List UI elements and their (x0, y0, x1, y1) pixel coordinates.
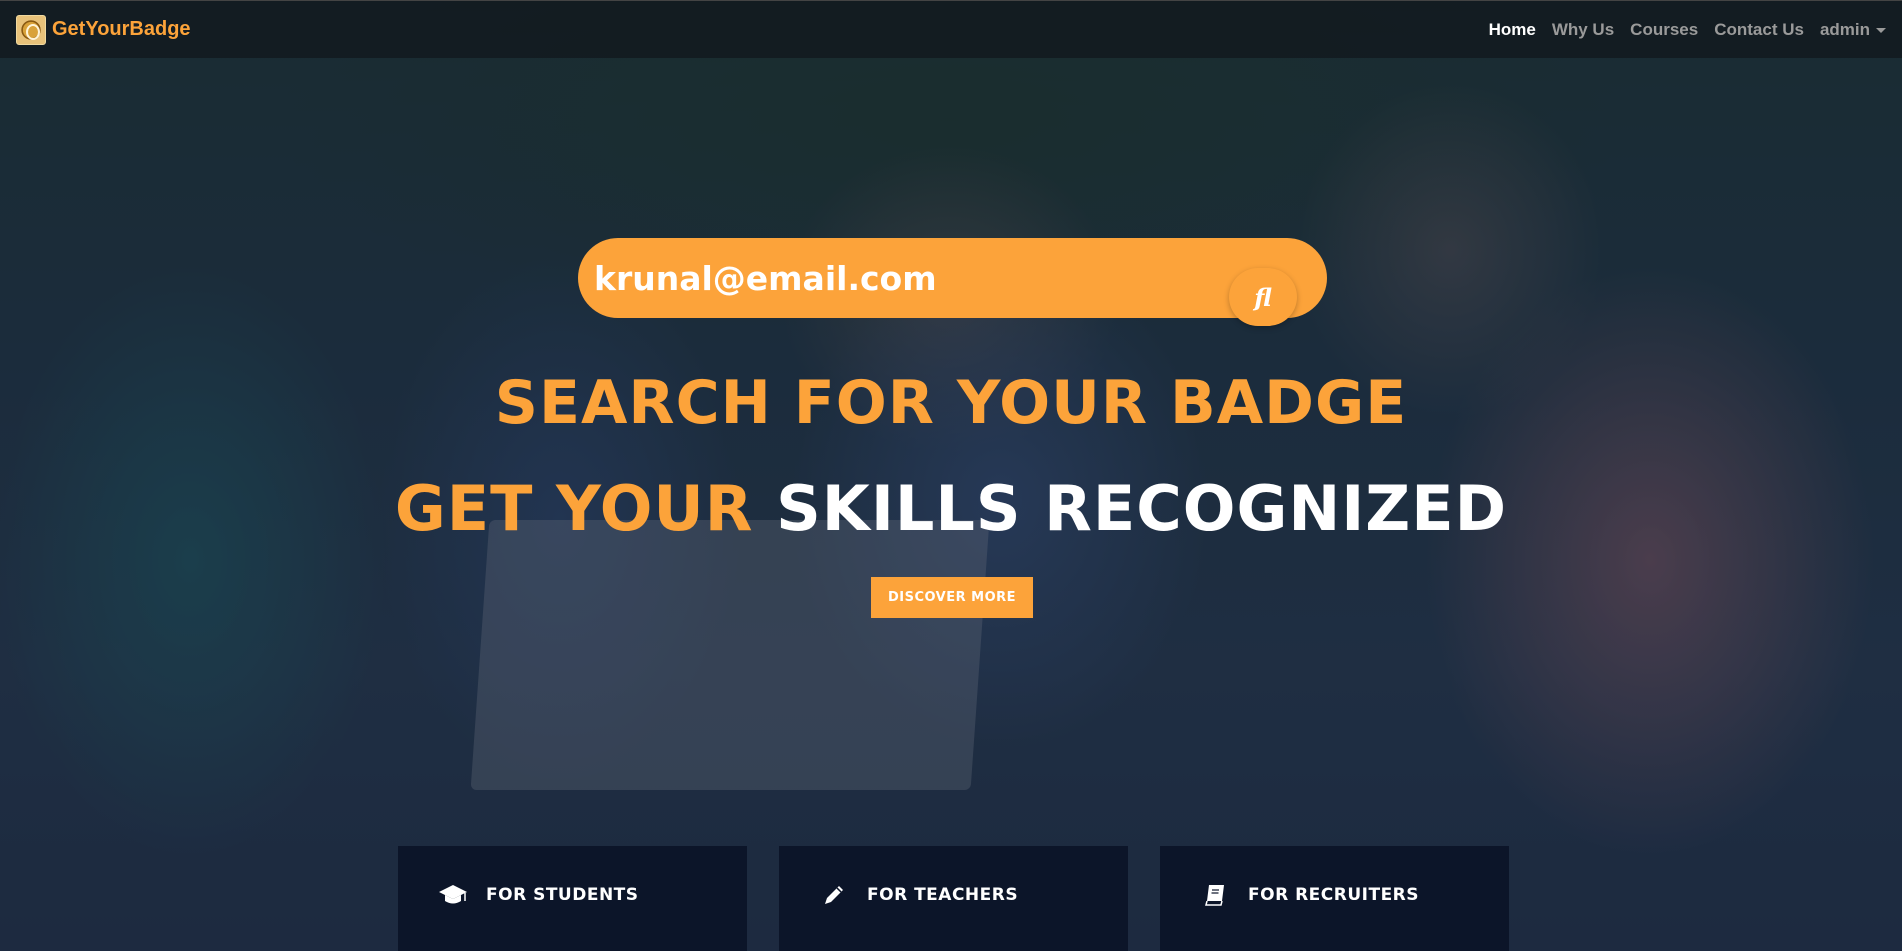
hero-headline-primary: SEARCH FOR YOUR BADGE (494, 368, 1408, 438)
discover-more-button[interactable]: DISCOVER MORE (871, 577, 1033, 618)
hero-headline-secondary: GET YOUR SKILLS RECOGNIZED (0, 472, 1902, 545)
nav-link-contact-us[interactable]: Contact Us (1714, 20, 1804, 40)
card-for-teachers[interactable]: FOR TEACHERS (779, 846, 1128, 951)
card-for-students[interactable]: FOR STUDENTS (398, 846, 747, 951)
graduation-cap-icon (438, 883, 468, 907)
search-button[interactable]: fl (1229, 268, 1297, 326)
user-menu-label: admin (1819, 19, 1870, 39)
nav-link-why-us[interactable]: Why Us (1552, 20, 1614, 40)
navbar: GetYourBadge Home Why Us Courses Contact… (0, 0, 1902, 58)
chevron-down-icon (1876, 28, 1886, 33)
brand-link[interactable]: GetYourBadge (16, 14, 191, 45)
search-bar: fl (578, 238, 1327, 326)
search-icon: fl (1254, 282, 1272, 312)
nav-link-courses[interactable]: Courses (1630, 20, 1698, 40)
card-title: FOR TEACHERS (867, 884, 1019, 905)
user-menu-dropdown[interactable]: admin (1820, 20, 1886, 40)
pencil-icon (819, 883, 849, 907)
card-title: FOR RECRUITERS (1248, 884, 1420, 905)
hero-headline-white: SKILLS RECOGNIZED (776, 472, 1508, 545)
search-input[interactable] (594, 248, 1194, 308)
brand-name: GetYourBadge (52, 18, 191, 40)
hero-headline-orange: GET YOUR (394, 472, 754, 545)
book-icon (1200, 883, 1230, 907)
card-title: FOR STUDENTS (486, 884, 639, 905)
nav-links: Home Why Us Courses Contact Us admin (1489, 20, 1886, 40)
nav-link-home[interactable]: Home (1489, 20, 1536, 40)
card-for-recruiters[interactable]: FOR RECRUITERS (1160, 846, 1509, 951)
brand-logo-icon (16, 14, 46, 45)
